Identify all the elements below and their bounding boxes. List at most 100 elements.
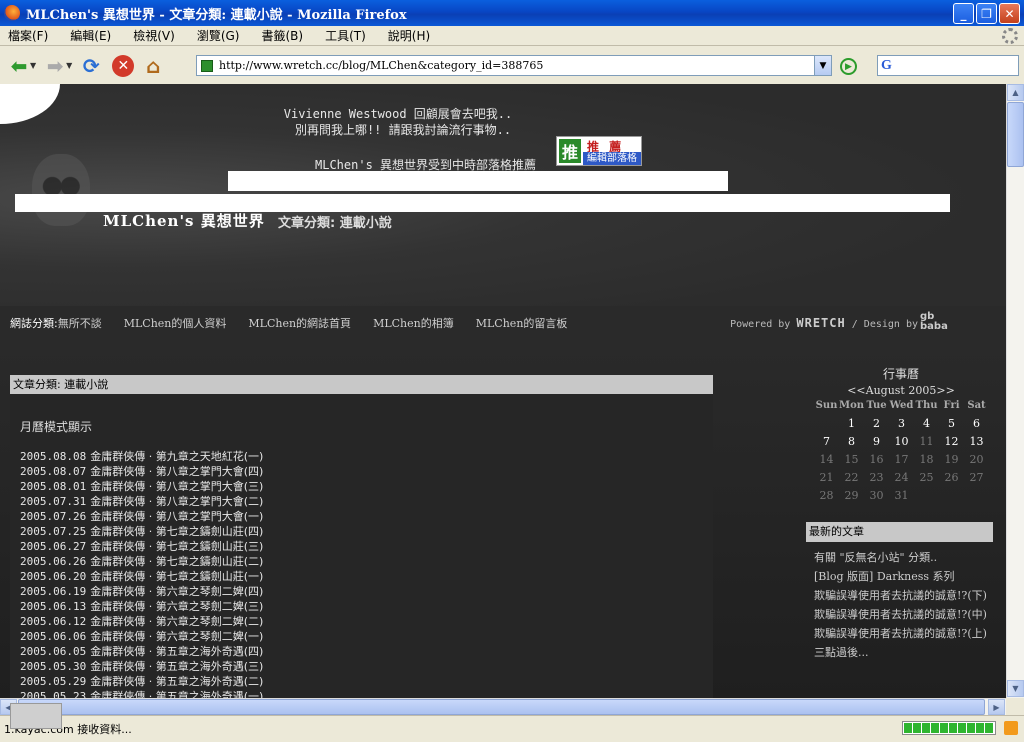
menu-view[interactable]: 檢視(V)	[133, 27, 175, 44]
calendar-day[interactable]: 8	[839, 432, 864, 450]
url-bar[interactable]: http://www.wretch.cc/blog/MLChen&categor…	[196, 55, 832, 76]
blog-nav: 網誌分類: 無所不談 MLChen的個人資料 MLChen的網誌首頁 MLChe…	[0, 306, 1006, 339]
post-title-link[interactable]: 金庸群俠傳 · 第八章之掌門大會(四)	[90, 465, 263, 478]
weekday-label: Thu	[915, 400, 938, 411]
newest-post-link[interactable]: 欺騙誤導使用者去抗議的誠意!?(下)	[814, 586, 996, 605]
search-engine-icon[interactable]: G	[881, 58, 892, 74]
home-button[interactable]: ⌂	[140, 53, 166, 79]
scroll-right-button[interactable]: ▶	[988, 699, 1005, 715]
vertical-scrollbar[interactable]: ▲ ▼	[1006, 84, 1024, 698]
post-title-link[interactable]: 金庸群俠傳 · 第六章之琴劍二婢(三)	[90, 600, 263, 613]
post-title-link[interactable]: 金庸群俠傳 · 第八章之掌門大會(二)	[90, 495, 263, 508]
powered-by-label: Powered by	[730, 319, 791, 330]
horizontal-scroll-thumb[interactable]	[18, 699, 985, 715]
post-date: 2005.06.19	[20, 585, 87, 598]
calendar-day: 25	[919, 470, 934, 484]
horizontal-scrollbar[interactable]: ◀ ▶	[0, 698, 1006, 715]
post-title-link[interactable]: 金庸群俠傳 · 第六章之琴劍二婢(一)	[90, 630, 263, 643]
status-bar: 1.kayac.com 接收資料...	[0, 703, 1024, 742]
calendar-day[interactable]: 4	[914, 414, 939, 432]
vertical-scroll-thumb[interactable]	[1007, 102, 1024, 167]
newest-post-link[interactable]: [Blog 版面] Darkness 系列	[814, 567, 996, 586]
post-title-link[interactable]: 金庸群俠傳 · 第七章之鑄劍山莊(二)	[90, 555, 263, 568]
calendar-month-nav[interactable]: <<August 2005>>	[806, 384, 996, 397]
site-icon	[201, 59, 213, 72]
calendar-day: 10	[894, 434, 909, 448]
scroll-down-button[interactable]: ▼	[1007, 680, 1024, 697]
menu-file[interactable]: 檔案(F)	[8, 27, 48, 44]
menu-help[interactable]: 說明(H)	[388, 27, 430, 44]
calendar-day: 6	[973, 416, 981, 430]
award-bottom: 編輯部落格	[583, 152, 641, 165]
post-title-link[interactable]: 金庸群俠傳 · 第九章之天地紅花(一)	[90, 450, 263, 463]
header-bar	[228, 171, 728, 191]
recommend-badge[interactable]: 推 推 薦 編輯部落格	[556, 136, 642, 166]
post-title-link[interactable]: 金庸群俠傳 · 第五章之海外奇遇(一)	[90, 690, 263, 698]
wretch-logo[interactable]: WRETCH	[796, 316, 845, 330]
minimize-button[interactable]: _	[953, 3, 974, 24]
calendar-day: 29	[844, 488, 859, 502]
close-button[interactable]: ✕	[999, 3, 1020, 24]
back-dropdown-icon[interactable]: ▼	[30, 61, 36, 70]
post-title-link[interactable]: 金庸群俠傳 · 第五章之海外奇遇(三)	[90, 660, 263, 673]
forward-button[interactable]: ➡	[42, 53, 68, 79]
calendar-day[interactable]: 1	[839, 414, 864, 432]
newest-post-link[interactable]: 有關 "反無名小站" 分類..	[814, 548, 996, 567]
post-date: 2005.06.06	[20, 630, 87, 643]
post-title-link[interactable]: 金庸群俠傳 · 第七章之鑄劍山莊(三)	[90, 540, 263, 553]
post-date: 2005.08.01	[20, 480, 87, 493]
newest-post-link[interactable]: 欺騙誤導使用者去抗議的誠意!?(中)	[814, 605, 996, 624]
calendar-day	[964, 486, 989, 504]
post-title-link[interactable]: 金庸群俠傳 · 第六章之琴劍二婢(四)	[90, 585, 263, 598]
post-title-link[interactable]: 金庸群俠傳 · 第七章之鑄劍山莊(一)	[90, 570, 263, 583]
scroll-up-button[interactable]: ▲	[1007, 84, 1024, 101]
url-text[interactable]: http://www.wretch.cc/blog/MLChen&categor…	[219, 59, 543, 72]
newest-post-link[interactable]: 三點過後...	[814, 643, 996, 662]
post-title-link[interactable]: 金庸群俠傳 · 第八章之掌門大會(三)	[90, 480, 263, 493]
post-row: 2005.06.20 金庸群俠傳 · 第七章之鑄劍山莊(一)	[20, 569, 713, 584]
menu-go[interactable]: 瀏覽(G)	[197, 27, 240, 44]
post-title-link[interactable]: 金庸群俠傳 · 第六章之琴劍二婢(二)	[90, 615, 263, 628]
calendar-day: 13	[969, 434, 984, 448]
calendar-day: 21	[819, 470, 834, 484]
back-button[interactable]: ⬅	[6, 53, 32, 79]
post-title-link[interactable]: 金庸群俠傳 · 第五章之海外奇遇(四)	[90, 645, 263, 658]
calendar-day[interactable]: 7	[814, 432, 839, 450]
nav-link-profile[interactable]: MLChen的個人資料	[124, 315, 227, 331]
weekday-label: Sun	[815, 400, 838, 411]
powered-by: Powered by WRETCH / Design by	[730, 316, 918, 330]
go-button[interactable]: ▶	[840, 58, 857, 75]
award-mark: 推	[559, 139, 581, 163]
url-history-dropdown[interactable]: ▼	[814, 56, 831, 75]
menu-tools[interactable]: 工具(T)	[325, 27, 366, 44]
post-title-link[interactable]: 金庸群俠傳 · 第五章之海外奇遇(二)	[90, 675, 263, 688]
maximize-button[interactable]: ❐	[976, 3, 997, 24]
post-title-link[interactable]: 金庸群俠傳 · 第七章之鑄劍山莊(四)	[90, 525, 263, 538]
calendar-mode-link[interactable]: 月曆模式顯示	[20, 418, 713, 435]
site-title[interactable]: MLChen's 異想世界	[103, 210, 265, 231]
post-row: 2005.06.26 金庸群俠傳 · 第七章之鑄劍山莊(二)	[20, 554, 713, 569]
forward-dropdown-icon[interactable]: ▼	[66, 61, 72, 70]
nav-link-category[interactable]: 無所不談	[58, 315, 102, 331]
post-date: 2005.07.31	[20, 495, 87, 508]
gbbaba-logo[interactable]: gb baba	[920, 312, 962, 332]
nav-link-blog-home[interactable]: MLChen的網誌首頁	[248, 315, 351, 331]
calendar-day: 23	[869, 470, 884, 484]
calendar-title: 行事曆	[882, 367, 919, 381]
reload-button[interactable]: ⟳	[78, 53, 104, 79]
skull-graphic	[32, 154, 90, 226]
rss-icon[interactable]	[1004, 721, 1018, 735]
nav-link-album[interactable]: MLChen的相簿	[373, 315, 454, 331]
calendar-table: Sun Mon Tue Wed Thu Fri Sat 1 2 3 4 5 6 7 8 9 10 11 12 13 1…	[814, 397, 989, 504]
nav-link-guestbook[interactable]: MLChen的留言板	[476, 315, 568, 331]
blog-content: 文章分類: 連載小說 月曆模式顯示 2005.08.08 金庸群俠傳 · 第九章之…	[0, 339, 1006, 698]
newest-post-link[interactable]: 欺騙誤導使用者去抗議的誠意!?(上)	[814, 624, 996, 643]
menu-edit[interactable]: 編輯(E)	[70, 27, 111, 44]
search-box[interactable]: G	[877, 55, 1019, 76]
menu-bookmarks[interactable]: 書籤(B)	[261, 27, 303, 44]
stop-button[interactable]: ✕	[112, 54, 135, 77]
post-title-link[interactable]: 金庸群俠傳 · 第八章之掌門大會(一)	[90, 510, 263, 523]
calendar-day: 15	[844, 452, 859, 466]
calendar-week: 14 15 16 17 18 19 20	[814, 450, 989, 468]
weekday-label: Sat	[967, 400, 986, 411]
